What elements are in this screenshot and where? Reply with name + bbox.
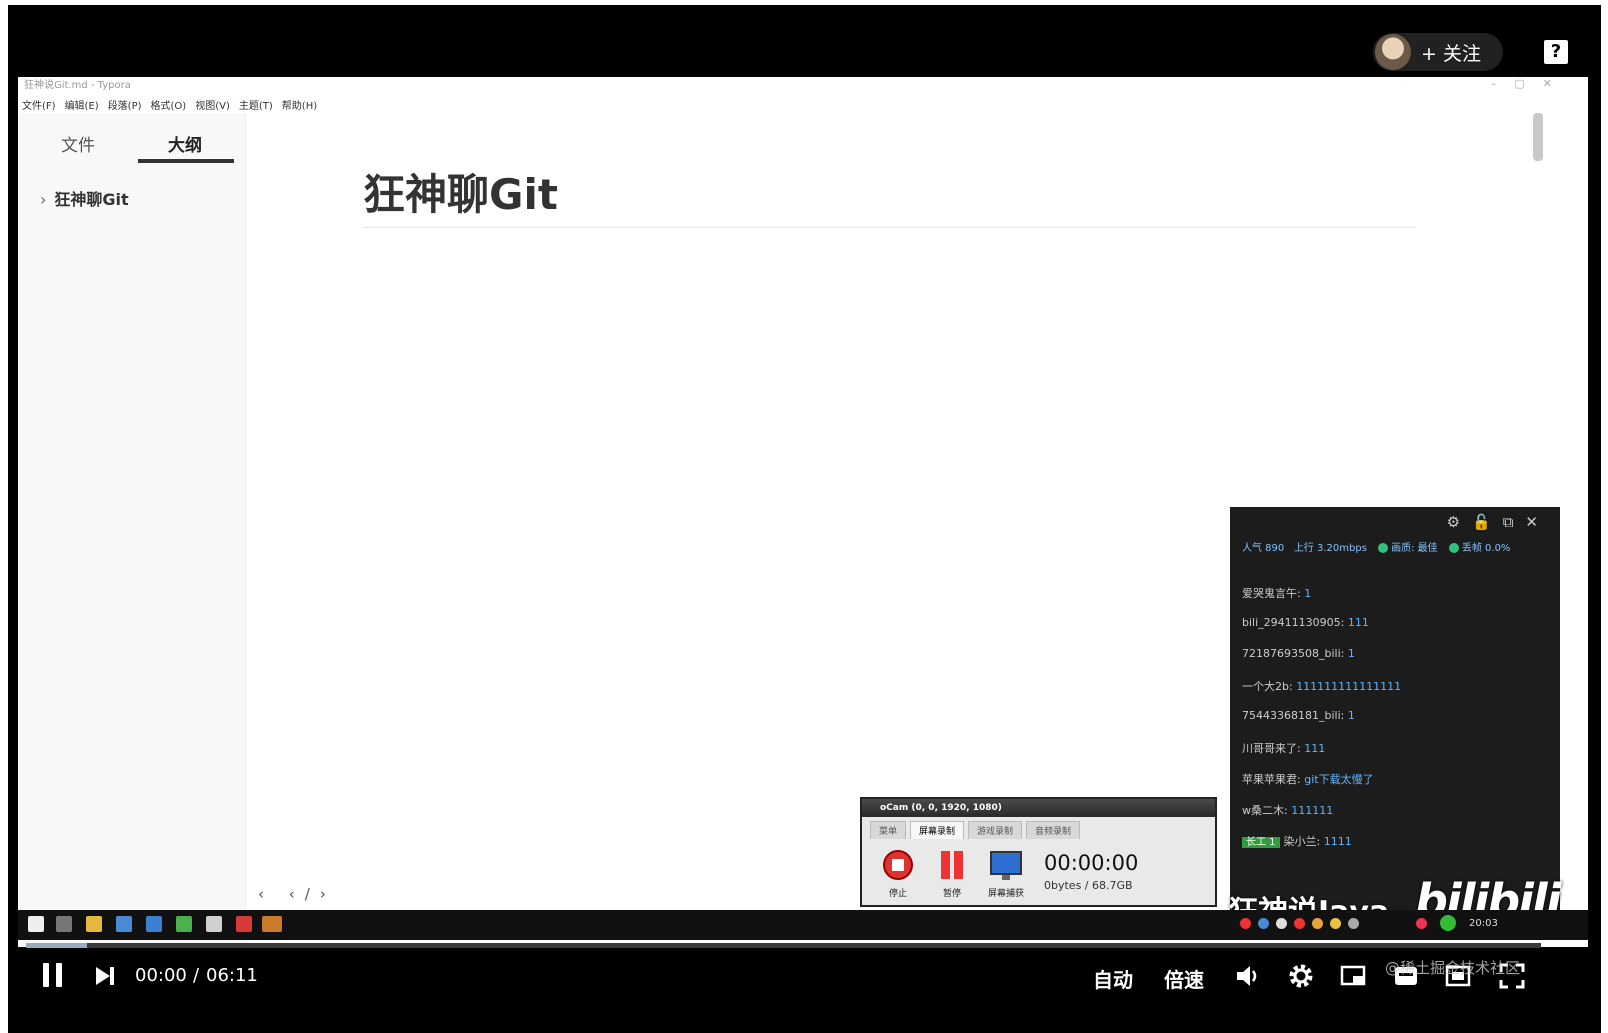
tray-icon bbox=[1312, 918, 1323, 929]
progress-bar[interactable] bbox=[26, 943, 1541, 948]
time-separator: / bbox=[193, 965, 200, 986]
chat-message: w桑二木: 111111 bbox=[1242, 804, 1334, 817]
tab-files: 文件 bbox=[61, 136, 95, 156]
drop-stat: 丢帧 0.0% bbox=[1461, 543, 1511, 554]
chat-message: 川哥哥来了: 111 bbox=[1242, 742, 1326, 755]
ocam-title: oCam (0, 0, 1920, 1080) bbox=[862, 799, 1215, 817]
upload-stat: 上行 3.20mbps bbox=[1293, 543, 1367, 554]
video-player[interactable]: + 关注 ? 狂神说Git.md - Typora –▢✕ 文件(F) 编辑(E… bbox=[8, 5, 1601, 1033]
editor-scrollbar bbox=[1533, 113, 1543, 161]
duration: 06:11 bbox=[206, 965, 258, 986]
taskbar-clock: 20:03 bbox=[1469, 918, 1498, 929]
status-dot-icon bbox=[1448, 543, 1459, 553]
tray-icon bbox=[1440, 915, 1456, 931]
tray-icon bbox=[1330, 918, 1341, 929]
chat-message: 75443368181_bili: 1 bbox=[1242, 709, 1355, 722]
outline-item: › 狂神聊Git bbox=[40, 186, 129, 210]
windows-taskbar: 20:03 bbox=[18, 910, 1588, 940]
quality-auto-button[interactable]: 自动 bbox=[1093, 964, 1133, 993]
follow-label: + 关注 bbox=[1421, 42, 1481, 65]
chat-message: bili_29411130905: 111 bbox=[1242, 616, 1369, 629]
tray-icon bbox=[1276, 918, 1287, 929]
danmaku-chat-panel: ⚙🔓⧉✕ 人气 890 上行 3.20mbps 画质: 最佳 丢帧 0.0% 爱… bbox=[1230, 507, 1560, 912]
ocam-tabs: 菜单 屏幕录制 游戏录制 音频录制 bbox=[862, 817, 1215, 839]
task-view-icon bbox=[56, 916, 72, 932]
ocam-window: oCam (0, 0, 1920, 1080) 菜单 屏幕录制 游戏录制 音频录… bbox=[860, 797, 1217, 907]
ocam-body: 停止 暂停 屏幕捕获 00:00:00 0bytes / 68.7GB bbox=[874, 849, 1204, 899]
tab-underline bbox=[138, 159, 234, 163]
stream-stats: 人气 890 上行 3.20mbps 画质: 最佳 丢帧 0.0% bbox=[1242, 539, 1510, 554]
medal-badge: 长工 1 bbox=[1242, 837, 1280, 848]
pause-icon bbox=[941, 851, 963, 879]
document-title: 狂神聊Git bbox=[363, 170, 558, 219]
ocam-timer: 00:00:00 bbox=[1044, 851, 1139, 875]
current-time: 00:00 bbox=[135, 965, 187, 986]
app-icon bbox=[116, 916, 132, 932]
explorer-icon bbox=[86, 916, 102, 932]
video-frame: 狂神说Git.md - Typora –▢✕ 文件(F) 编辑(E) 段落(P)… bbox=[18, 77, 1588, 947]
menu-item-view: 视图(V) bbox=[195, 101, 230, 112]
chat-toolbar-icons: ⚙🔓⧉✕ bbox=[1446, 513, 1550, 531]
app-icon bbox=[176, 916, 192, 932]
app-icon bbox=[262, 916, 282, 932]
window-title: 狂神说Git.md - Typora bbox=[24, 80, 131, 91]
volume-icon[interactable] bbox=[1234, 962, 1262, 990]
progress-fill bbox=[26, 943, 87, 948]
window-controls: –▢✕ bbox=[1490, 77, 1570, 90]
chevron-right-icon: › bbox=[40, 190, 47, 209]
settings-gear-icon[interactable] bbox=[1287, 962, 1315, 990]
tray-icon bbox=[1240, 918, 1251, 929]
chat-message: 苹果苹果君: git下载太慢了 bbox=[1242, 773, 1374, 786]
site-watermark: @稀土掘金技术社区 bbox=[1385, 959, 1521, 977]
ocam-pause-button: 暂停 bbox=[932, 849, 972, 899]
follow-button[interactable]: + 关注 bbox=[1373, 33, 1503, 71]
player-controls: 00:00 / 06:11 自动 倍速 bbox=[8, 950, 1601, 1010]
ocam-tab-screen: 屏幕录制 bbox=[910, 821, 965, 839]
ocam-capture-button: 屏幕捕获 bbox=[986, 849, 1026, 899]
monitor-icon bbox=[990, 851, 1022, 880]
ocam-file-size: 0bytes / 68.7GB bbox=[1044, 879, 1133, 892]
picture-in-picture-icon[interactable] bbox=[1339, 962, 1367, 990]
next-icon[interactable] bbox=[94, 966, 116, 986]
stop-icon bbox=[883, 850, 913, 880]
avatar bbox=[1375, 34, 1411, 70]
menu-item-edit: 编辑(E) bbox=[64, 101, 99, 112]
chat-message: 长工 1 染小兰: 1111 bbox=[1242, 833, 1352, 849]
menu-item-paragraph: 段落(P) bbox=[107, 101, 142, 112]
quality-stat: 画质: 最佳 bbox=[1391, 543, 1438, 554]
pause-button[interactable] bbox=[42, 963, 64, 987]
menu-bar: 文件(F) 编辑(E) 段落(P) 格式(O) 视图(V) 主题(T) 帮助(H… bbox=[22, 97, 317, 113]
ocam-tab-menu: 菜单 bbox=[870, 821, 907, 839]
tray-icon bbox=[1348, 918, 1359, 929]
app-icon bbox=[236, 916, 252, 932]
tray-icon bbox=[1294, 918, 1305, 929]
ocam-tab-audio: 音频录制 bbox=[1026, 821, 1081, 839]
windows-start-icon bbox=[28, 916, 44, 932]
chat-message: 爱哭鬼言午: 1 bbox=[1242, 587, 1312, 600]
tray-icon bbox=[1416, 918, 1427, 929]
title-divider bbox=[363, 227, 1416, 228]
tab-outline: 大纲 bbox=[168, 136, 202, 156]
tray-icon bbox=[1258, 918, 1269, 929]
sidebar-footer-icons: ‹ ‹/› bbox=[258, 885, 336, 903]
menu-item-help: 帮助(H) bbox=[281, 101, 318, 112]
popularity-stat: 人气 890 bbox=[1242, 543, 1285, 554]
menu-item-theme: 主题(T) bbox=[238, 101, 273, 112]
help-icon[interactable]: ? bbox=[1544, 40, 1568, 64]
editor-sidebar: 文件 大纲 › 狂神聊Git bbox=[18, 113, 246, 947]
menu-item-file: 文件(F) bbox=[22, 101, 56, 112]
ocam-tab-game: 游戏录制 bbox=[968, 821, 1023, 839]
menu-item-format: 格式(O) bbox=[150, 101, 187, 112]
status-dot-icon bbox=[1378, 543, 1389, 553]
chat-message: 一个大2b: 111111111111111 bbox=[1242, 680, 1402, 693]
app-icon bbox=[146, 916, 162, 932]
outline-item-label: 狂神聊Git bbox=[54, 190, 129, 209]
chat-message: 72187693508_bili: 1 bbox=[1242, 647, 1355, 660]
app-icon bbox=[206, 916, 222, 932]
playback-speed-button[interactable]: 倍速 bbox=[1164, 964, 1204, 993]
ocam-stop-button: 停止 bbox=[878, 849, 918, 899]
